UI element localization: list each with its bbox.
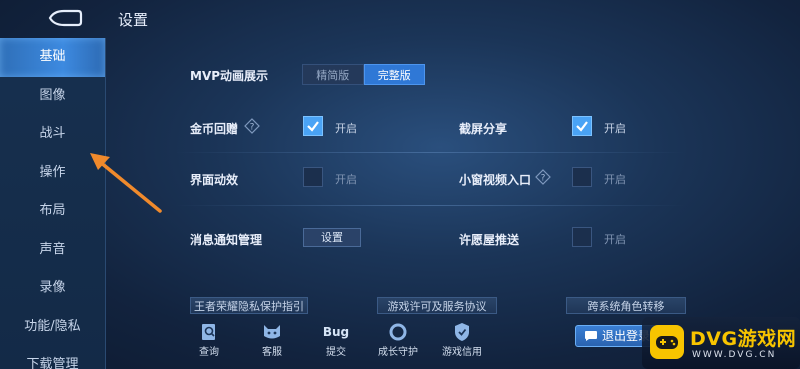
bug-submit-button[interactable]: Bug 提交 [316, 322, 356, 362]
mini-video-checkbox[interactable] [572, 167, 592, 187]
growth-label: 成长守护 [378, 347, 418, 358]
ui-effects-state: 开启 [335, 173, 357, 186]
query-label: 查询 [199, 347, 219, 358]
coin-gift-label: 金币回赠 [190, 122, 239, 136]
chat-icon [585, 331, 597, 341]
page-title: 设置 [118, 11, 149, 29]
query-button[interactable]: 查询 [189, 322, 229, 362]
check-icon [576, 121, 588, 132]
watermark-url: WWW.DVG.CN [692, 350, 777, 360]
divider [175, 205, 685, 206]
notifications-label: 消息通知管理 [190, 233, 263, 247]
mvp-option-simple[interactable]: 精简版 [302, 64, 364, 85]
mini-video-state: 开启 [604, 173, 626, 186]
sidebar-item-basic[interactable]: 基础 [0, 38, 105, 77]
service-label: 客服 [262, 347, 282, 358]
wish-push-label: 许愿屋推送 [459, 233, 520, 247]
wish-push-checkbox[interactable] [572, 227, 592, 247]
mvp-segmented-control: 精简版 完整版 [302, 64, 425, 85]
svg-text:?: ? [541, 174, 546, 184]
submit-label: 提交 [326, 347, 346, 358]
help-icon[interactable]: ? [244, 118, 260, 134]
watermark-title: DVG游戏网 [690, 328, 797, 350]
ui-effects-checkbox[interactable] [303, 167, 323, 187]
credit-label: 游戏信用 [442, 347, 482, 358]
coin-gift-state: 开启 [335, 122, 357, 135]
wish-push-state: 开启 [604, 233, 626, 246]
character-transfer-link[interactable]: 跨系统角色转移 [566, 297, 686, 314]
screenshot-share-state: 开启 [604, 122, 626, 135]
mvp-label: MVP动画展示 [190, 69, 269, 83]
sidebar-item-controls[interactable]: 操作 [0, 154, 105, 193]
sidebar-item-sound[interactable]: 声音 [0, 231, 105, 270]
ui-effects-label: 界面动效 [190, 173, 239, 187]
sidebar-item-battle[interactable]: 战斗 [0, 115, 105, 154]
check-icon [307, 121, 319, 132]
search-document-icon [202, 324, 215, 340]
sidebar: 基础 图像 战斗 操作 布局 声音 录像 功能/隐私 下载管理 [0, 38, 106, 369]
sidebar-item-graphics[interactable]: 图像 [0, 77, 105, 116]
mini-video-label: 小窗视频入口 [459, 173, 532, 187]
customer-service-button[interactable]: 客服 [252, 322, 292, 362]
game-credit-button[interactable]: 游戏信用 [442, 322, 482, 362]
help-icon[interactable]: ? [535, 169, 551, 185]
bug-icon: Bug [322, 325, 350, 339]
growth-guard-button[interactable]: 成长守护 [378, 322, 418, 362]
sidebar-item-privacy[interactable]: 功能/隐私 [0, 308, 105, 347]
sidebar-item-downloads[interactable]: 下载管理 [0, 346, 105, 369]
sidebar-item-replay[interactable]: 录像 [0, 269, 105, 308]
divider [175, 152, 685, 153]
license-agreement-link[interactable]: 游戏许可及服务协议 [377, 297, 497, 314]
watermark: DVG游戏网 WWW.DVG.CN [642, 317, 800, 369]
shield-icon [455, 323, 469, 341]
sidebar-item-layout[interactable]: 布局 [0, 192, 105, 231]
ring-icon [389, 323, 407, 341]
screenshot-share-label: 截屏分享 [459, 122, 508, 136]
notifications-settings-button[interactable]: 设置 [303, 228, 361, 247]
screenshot-share-checkbox[interactable] [572, 116, 592, 136]
top-bar: 设置 [0, 0, 800, 36]
svg-text:?: ? [250, 123, 255, 133]
gamepad-logo-icon [650, 325, 684, 359]
cat-face-icon [264, 325, 280, 339]
privacy-guide-link[interactable]: 王者荣耀隐私保护指引 [190, 297, 308, 314]
coin-gift-checkbox[interactable] [303, 116, 323, 136]
mvp-option-full[interactable]: 完整版 [363, 64, 425, 85]
back-button[interactable] [44, 8, 84, 28]
